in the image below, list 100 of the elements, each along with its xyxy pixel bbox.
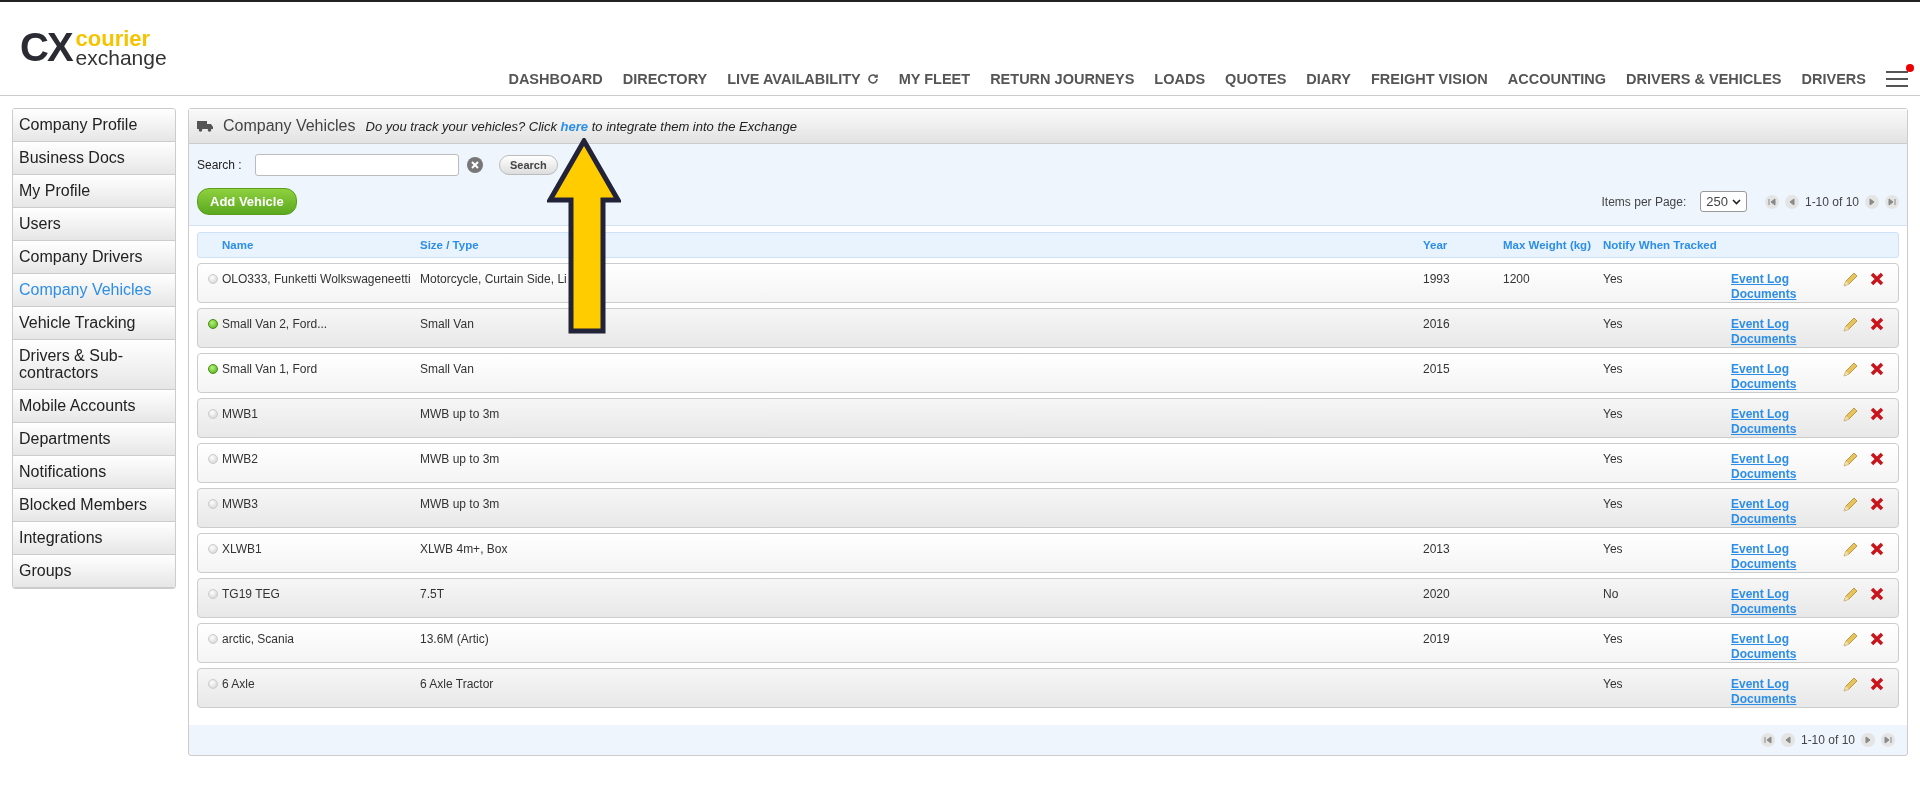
delete-icon[interactable] (1870, 587, 1884, 601)
nav-link[interactable]: DASHBOARD (508, 71, 603, 87)
vehicle-row[interactable]: TG19 TEG 7.5T 2020 No Event Log Documents (197, 578, 1899, 618)
search-label: Search : (197, 158, 243, 172)
table-cell-text: 6 Axle Tractor (420, 677, 495, 691)
table-cell-text: Small Van 1, Ford (222, 362, 319, 376)
nav-link[interactable]: LOADS (1154, 71, 1206, 87)
table-cell-text: No (1603, 587, 1620, 601)
table-cell-text: XLWB1 (222, 542, 263, 556)
pencil-icon[interactable] (1842, 497, 1858, 513)
pencil-icon[interactable] (1842, 677, 1858, 693)
vehicle-row[interactable]: MWB1 MWB up to 3m Yes Event Log Documents (197, 398, 1899, 438)
pencil-icon[interactable] (1842, 632, 1858, 648)
pencil-icon[interactable] (1842, 542, 1858, 558)
delete-icon[interactable] (1870, 452, 1884, 466)
table-cell-text: MWB3 (222, 497, 259, 511)
items-per-page-label: Items per Page: (1601, 194, 1687, 209)
previous-page-icon (1787, 197, 1796, 206)
tracking-notice: Do you track your vehicles? Click here to integrate them into the Exchange (365, 118, 797, 134)
items-per-page-select[interactable]: 250 (1700, 191, 1747, 212)
table-cell-text: arctic, Scania (222, 632, 296, 646)
clear-icon[interactable] (467, 157, 483, 173)
delete-icon[interactable] (1870, 632, 1884, 646)
pencil-icon[interactable] (1842, 317, 1858, 333)
first-page-button[interactable] (1760, 733, 1775, 747)
delete-icon[interactable] (1870, 407, 1884, 421)
truck-icon (197, 120, 213, 132)
table-cell-text: 2013 (1423, 542, 1451, 556)
vehicle-row[interactable]: Small Van 1, Ford Small Van 2015 Yes Event Log Documents (197, 353, 1899, 393)
first-page-button[interactable] (1764, 194, 1779, 209)
delete-icon[interactable] (1870, 677, 1884, 691)
table-cell-text: MWB up to 3m (420, 497, 501, 511)
vehicle-row[interactable]: arctic, Scania 13.6M (Artic) 2019 Yes Event Log Documents (197, 623, 1899, 663)
first-page-icon (1763, 736, 1772, 744)
menu-icon[interactable] (1886, 71, 1908, 87)
previous-page-button[interactable] (1784, 194, 1799, 209)
delete-icon[interactable] (1870, 497, 1884, 511)
table-cell-text: 13.6M (Artic) (420, 632, 490, 646)
vehicle-row[interactable]: Small Van 2, Ford... Small Van 2016 Yes Event Log Documents (197, 308, 1899, 348)
table-cell-text: TG19 TEG (222, 587, 281, 601)
vehicle-row[interactable]: MWB2 MWB up to 3m Yes Event Log Documents (197, 443, 1899, 483)
refresh-icon[interactable] (866, 73, 879, 85)
vehicle-row[interactable]: OLO333, Funketti Wolkswageneetti Motorcycle, Curtain Side, Li 1993 1200 Yes Event Log Documents (197, 263, 1899, 303)
nav-link[interactable]: ACCOUNTING (1507, 71, 1607, 87)
previous-page-icon (1783, 736, 1792, 744)
vehicle-row[interactable]: MWB3 MWB up to 3m Yes Event Log Documents (197, 488, 1899, 528)
last-page-icon (1884, 736, 1892, 744)
pencil-icon[interactable] (1842, 452, 1858, 468)
table-cell-text: Yes (1603, 272, 1624, 286)
table-cell-text: 6 Axle (222, 677, 256, 691)
nav-link[interactable]: RETURN JOURNEYS (990, 71, 1135, 87)
nav-link[interactable]: LIVE AVAILABILITY (727, 71, 879, 87)
caret-icon (1731, 198, 1741, 205)
table-cell-text: Motorcycle, Curtain Side, Li (420, 272, 568, 286)
search-field[interactable] (255, 154, 459, 176)
next-page-button[interactable] (1861, 733, 1875, 747)
table-cell-text: Yes (1603, 632, 1624, 646)
page-range: 1-10 of 10 (1804, 194, 1859, 209)
table-cell-text: Small Van 2, Ford... (222, 317, 329, 331)
table-cell-text: XLWB 4m+, Box (420, 542, 509, 556)
table-cell-text: 1993 (1423, 272, 1451, 286)
table-cell-text: MWB up to 3m (420, 452, 501, 466)
last-page-button[interactable] (1881, 733, 1895, 747)
table-cell-text: Yes (1603, 317, 1624, 331)
table-cell-text: 2020 (1423, 587, 1451, 601)
nav-link[interactable]: DRIVERS (1801, 71, 1866, 87)
panel-title: Company Vehicles (223, 117, 356, 135)
nav-link[interactable]: DIARY (1306, 71, 1351, 87)
nav-link[interactable]: DIRECTORY (622, 71, 708, 87)
first-page-icon (1767, 197, 1776, 206)
pencil-icon[interactable] (1842, 587, 1858, 603)
pencil-icon[interactable] (1842, 407, 1858, 423)
table-cell-text: MWB1 (222, 407, 259, 421)
delete-icon[interactable] (1870, 272, 1884, 286)
table-cell-text: Small Van (420, 362, 475, 376)
search-button[interactable]: Search (499, 155, 558, 175)
delete-icon[interactable] (1870, 317, 1884, 331)
table-cell-text: 2019 (1423, 632, 1451, 646)
table-cell-text: Yes (1603, 452, 1624, 466)
vehicle-row[interactable]: XLWB1 XLWB 4m+, Box 2013 Yes Event Log Documents (197, 533, 1899, 573)
delete-icon[interactable] (1870, 362, 1884, 376)
vehicle-row[interactable]: 6 Axle 6 Axle Tractor Yes Event Log Documents (197, 668, 1899, 708)
delete-icon[interactable] (1870, 542, 1884, 556)
pencil-icon[interactable] (1842, 362, 1858, 378)
table-cell-text: Yes (1603, 407, 1624, 421)
nav-link[interactable]: FREIGHT VISION (1370, 71, 1488, 87)
nav-link[interactable]: DRIVERS & VEHICLES (1626, 71, 1782, 87)
sidebar-item[interactable]: Company Profile (13, 109, 175, 142)
nav-link[interactable]: MY FLEET (898, 71, 971, 87)
next-page-icon (1864, 736, 1872, 744)
next-page-button[interactable] (1865, 194, 1879, 209)
table-cell-text: Yes (1603, 497, 1624, 511)
last-page-button[interactable] (1885, 194, 1899, 209)
nav-link[interactable]: QUOTES (1225, 71, 1287, 87)
pencil-icon[interactable] (1842, 272, 1858, 288)
table-cell-text: Yes (1603, 362, 1624, 376)
previous-page-button[interactable] (1780, 733, 1795, 747)
table-cell-text: 2016 (1423, 317, 1451, 331)
table-cell-text: OLO333, Funketti Wolkswageneetti (222, 272, 412, 286)
table-cell-text: Yes (1603, 677, 1624, 691)
